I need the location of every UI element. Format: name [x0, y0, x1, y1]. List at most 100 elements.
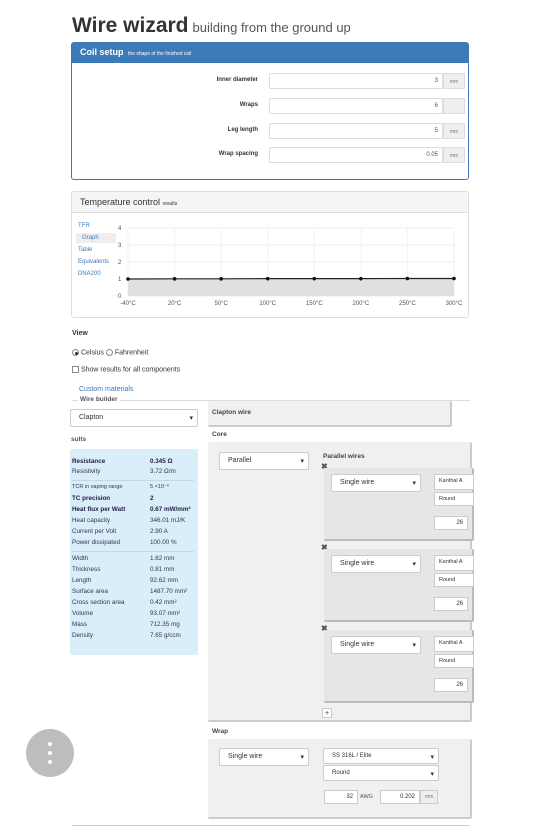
- strand-1-panel: Single wire Kanthal A Round 26: [324, 468, 474, 541]
- strand-3-type-select[interactable]: Single wire: [331, 636, 421, 654]
- tab-graph[interactable]: Graph: [76, 233, 116, 243]
- strand-2-shape-select[interactable]: Round: [434, 573, 474, 587]
- x-tick-label: 300°C: [446, 301, 463, 307]
- wrap-type-select[interactable]: Single wire: [219, 748, 309, 766]
- tab-dna200[interactable]: DNA200: [76, 269, 116, 279]
- results-heading: sults: [71, 436, 87, 443]
- result-volume: Volume 93.07 mm³: [72, 610, 181, 617]
- leg-length-unit: mm: [443, 123, 465, 139]
- result-length: Length 92.62 mm: [72, 577, 178, 584]
- coil-setup-panel: Coil setup the shape of the finished coi…: [71, 42, 469, 180]
- inner-diameter-row: Inner diameter 3 mm: [72, 73, 468, 91]
- wraps-input[interactable]: 6: [269, 98, 443, 114]
- temperature-control-title: Temperature control: [80, 197, 161, 207]
- strand-3-shape-select[interactable]: Round: [434, 654, 474, 668]
- app-title: Wire wizard: [72, 14, 189, 37]
- inner-diameter-unit: mm: [443, 73, 465, 89]
- y-tick-label: 3: [118, 243, 122, 249]
- strand-1-material-select[interactable]: Kanthal A: [434, 474, 474, 490]
- data-point: [265, 276, 270, 281]
- show-all-results-checkbox[interactable]: [72, 366, 79, 373]
- result-tcr: TCR in vaping range 5 ×10⁻⁶: [72, 484, 170, 490]
- app-subtitle: building from the ground up: [192, 20, 351, 35]
- results-divider: [72, 551, 194, 552]
- coil-setup-header: Coil setup the shape of the finished coi…: [72, 43, 468, 63]
- strand-2-gauge-input[interactable]: 26: [434, 597, 468, 611]
- data-point: [452, 276, 456, 281]
- series-line: [127, 277, 454, 280]
- strand-2-material-select[interactable]: Kanthal A: [434, 555, 474, 571]
- series-area: [128, 278, 454, 296]
- wrap-material-select[interactable]: SS 316L / Elite: [323, 748, 439, 764]
- result-heat-flux: Heat flux per Watt 0.67 mW/mm²: [72, 506, 191, 513]
- wrap-spacing-input[interactable]: 0.05: [269, 147, 443, 163]
- strand-1-type-select[interactable]: Single wire: [331, 474, 421, 492]
- strand-3-material-select[interactable]: Kanthal A: [434, 636, 474, 652]
- view-heading: View: [72, 330, 88, 337]
- inner-diameter-label: Inner diameter: [216, 77, 258, 83]
- celsius-radio[interactable]: [72, 349, 79, 356]
- leg-length-input[interactable]: 5: [269, 123, 443, 139]
- core-type-select[interactable]: Parallel: [219, 452, 309, 470]
- fahrenheit-radio[interactable]: [105, 349, 113, 356]
- x-tick-label: 20°C: [168, 301, 182, 307]
- tab-equivalents[interactable]: Equivalents: [76, 257, 116, 267]
- fahrenheit-label: Fahrenheit: [114, 349, 149, 357]
- wraps-unit: [443, 98, 465, 114]
- more-options-button[interactable]: [26, 729, 74, 777]
- wire-type-select[interactable]: Clapton: [70, 409, 198, 427]
- x-tick-label: 150°C: [306, 301, 323, 307]
- wrap-spacing-label: Wrap spacing: [218, 151, 258, 157]
- wrap-spacing-row: Wrap spacing 0.05 mm: [72, 147, 468, 165]
- data-point: [172, 277, 177, 281]
- tab-table[interactable]: Table: [76, 245, 116, 255]
- data-point: [312, 276, 317, 281]
- result-surface-area: Surface area 1487.70 mm²: [72, 588, 188, 595]
- wrap-diameter-unit: mm: [420, 790, 438, 804]
- result-mass: Mass 712.35 mg: [72, 621, 180, 628]
- x-tick-label: 50°C: [214, 301, 228, 307]
- strand-3-panel: Single wire Kanthal A Round 26: [324, 630, 474, 703]
- strand-3-gauge-input[interactable]: 26: [434, 678, 468, 692]
- strand-2-type-select[interactable]: Single wire: [331, 555, 421, 573]
- wraps-row: Wraps 6: [72, 98, 468, 116]
- result-heat-capacity: Heat capacity 346.01 mJ/K: [72, 517, 186, 524]
- wire-builder-legend: Wire builder: [78, 396, 120, 403]
- result-tc-precision: TC precision 2: [72, 495, 154, 502]
- show-all-results-label: Show results for all components: [80, 366, 181, 374]
- leg-length-row: Leg length 5 mm: [72, 123, 468, 141]
- result-density: Density 7.65 g/ccm: [72, 632, 181, 639]
- coil-setup-title: Coil setup: [80, 47, 124, 57]
- x-tick-label: 200°C: [352, 301, 369, 307]
- clapton-wire-heading: Clapton wire: [212, 409, 252, 416]
- page-title: Wire wizard building from the ground up: [72, 14, 351, 38]
- data-point: [405, 276, 410, 281]
- data-point: [219, 277, 223, 281]
- result-power-dissipated: Power dissipated 100.00 %: [72, 539, 177, 546]
- custom-materials-link[interactable]: Custom materials: [79, 386, 133, 393]
- wrap-spacing-unit: mm: [443, 147, 465, 163]
- x-tick-label: -40°C: [120, 301, 136, 307]
- celsius-label: Celsius: [80, 349, 104, 357]
- leg-length-label: Leg length: [227, 127, 258, 133]
- wrap-gauge-unit: AWG: [360, 794, 373, 800]
- add-strand-button[interactable]: +: [322, 708, 332, 718]
- y-tick-label: 2: [118, 260, 122, 266]
- core-heading: Core: [212, 431, 227, 438]
- strand-1-shape-select[interactable]: Round: [434, 492, 474, 506]
- results-divider: [72, 480, 194, 481]
- temperature-control-subtitle: results: [162, 201, 178, 207]
- wrap-diameter-input[interactable]: 0.202: [380, 790, 420, 804]
- show-all-results-option: Show results for all components: [72, 366, 180, 373]
- result-current-per-volt: Current per Volt 2.90 A: [72, 528, 168, 535]
- wrap-shape-select[interactable]: Round: [323, 765, 439, 781]
- wrap-gauge-input[interactable]: 32: [324, 790, 358, 804]
- strand-2-panel: Single wire Kanthal A Round 26: [324, 549, 474, 622]
- temperature-control-header: Temperature control results: [72, 192, 468, 213]
- strand-1-gauge-input[interactable]: 26: [434, 516, 468, 530]
- result-thickness: Thickness 0.81 mm: [72, 566, 175, 573]
- wraps-label: Wraps: [239, 102, 258, 108]
- tab-tfr[interactable]: TFR: [76, 221, 116, 231]
- result-width: Width 1.62 mm: [72, 555, 175, 562]
- inner-diameter-input[interactable]: 3: [269, 73, 443, 89]
